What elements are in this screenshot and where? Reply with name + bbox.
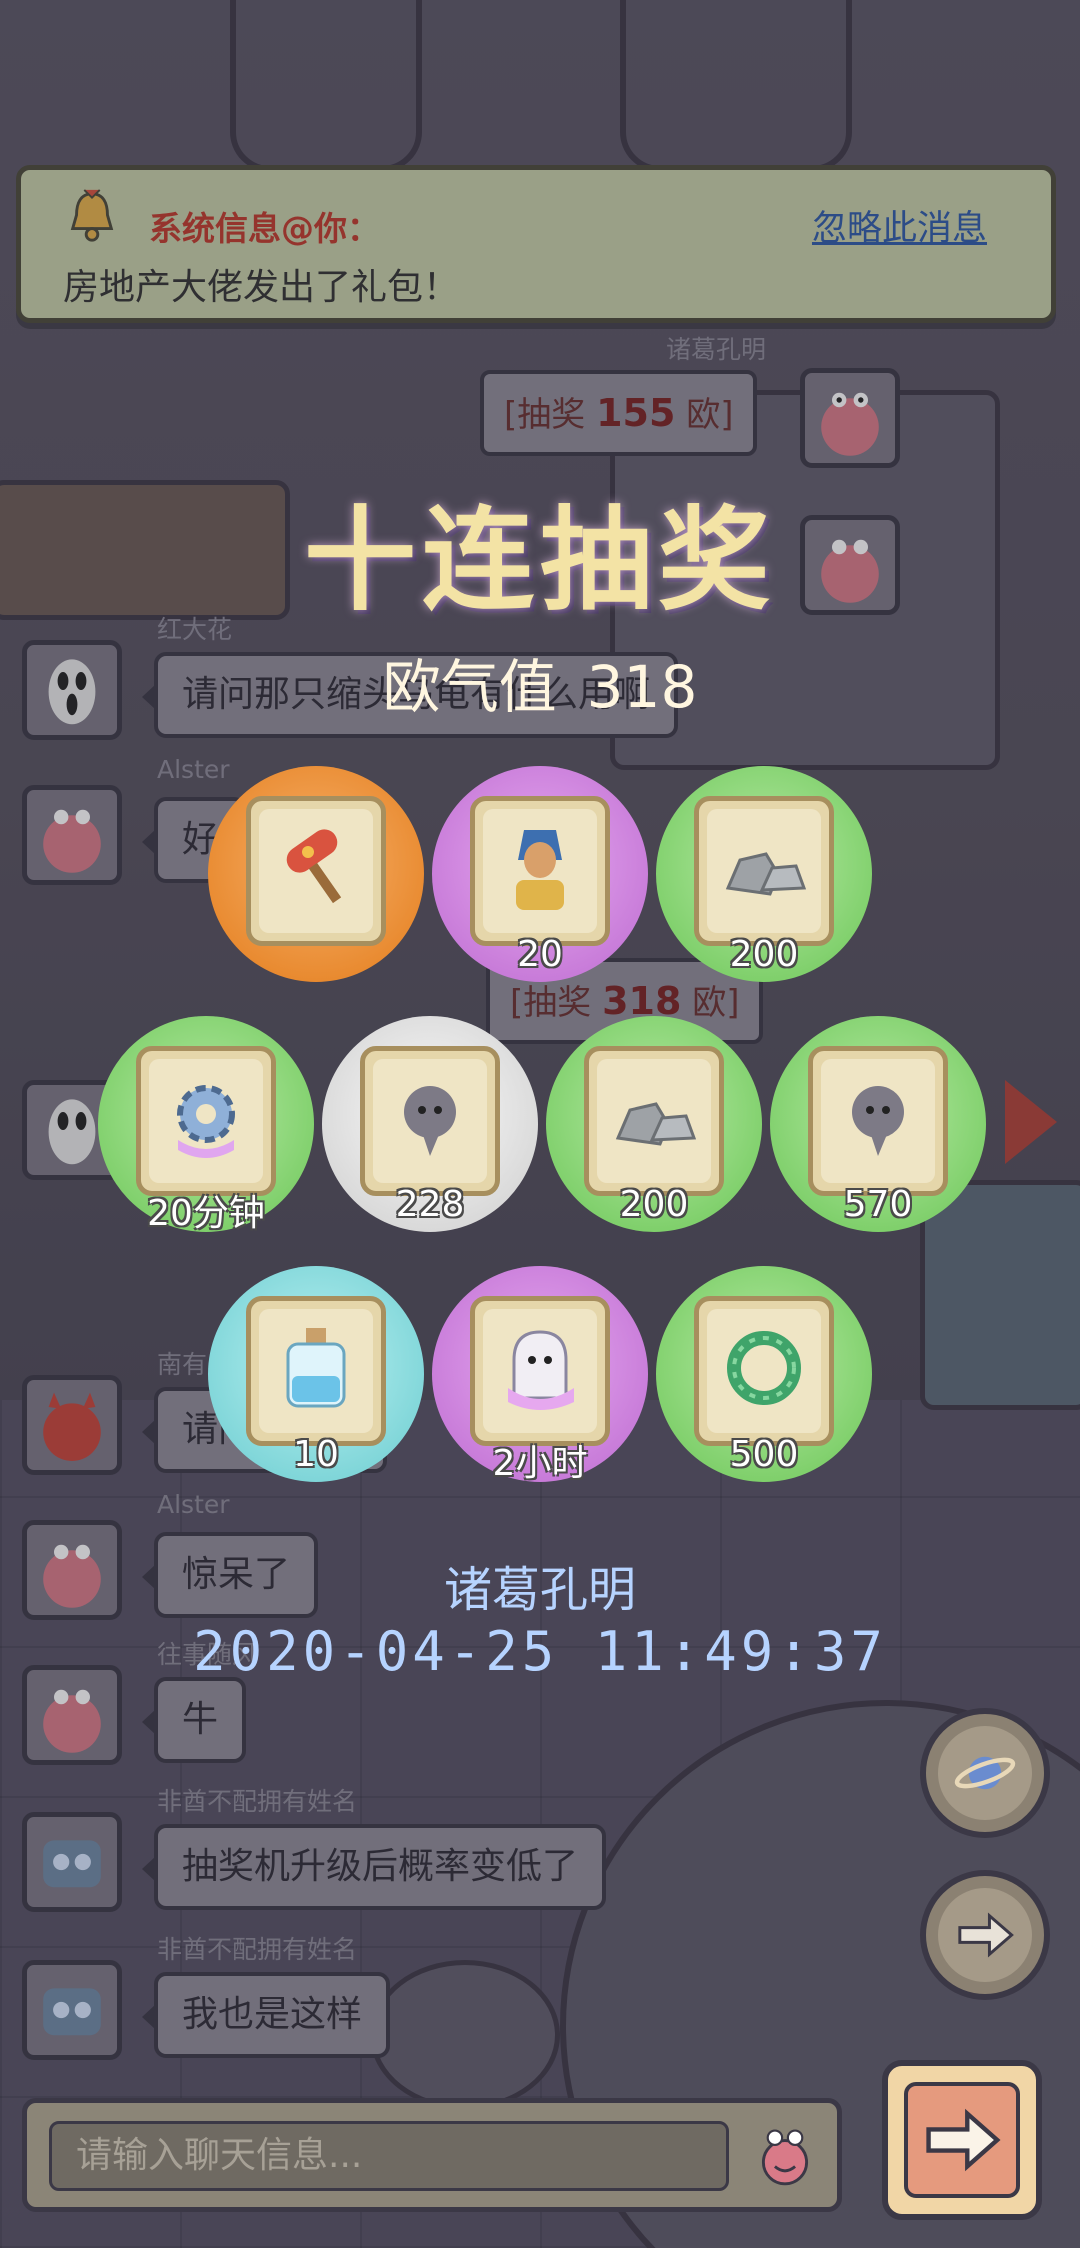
- prize-quantity: 228: [395, 1184, 465, 1225]
- prize-quantity: 500: [729, 1434, 799, 1475]
- winner-name: 诸葛孔明: [443, 1562, 636, 1618]
- prize-slot[interactable]: 500: [656, 1266, 872, 1482]
- prize-slot[interactable]: 228: [322, 1016, 538, 1232]
- planet-icon: [954, 1756, 1016, 1790]
- prize-quantity: 200: [619, 1184, 689, 1225]
- stones-icon: [725, 852, 807, 896]
- scroll-right-arrow-icon[interactable]: [1005, 1080, 1057, 1164]
- prize-quantity: 10: [293, 1434, 339, 1475]
- snail-emoji-icon[interactable]: [749, 2119, 821, 2191]
- pharaoh-bust-icon: [516, 830, 564, 910]
- prize-slot[interactable]: 2小时: [432, 1266, 648, 1484]
- rocket-hammer-icon: [286, 829, 342, 904]
- prize-quantity: 20分钟: [147, 1193, 265, 1234]
- soul-icon: [404, 1086, 456, 1156]
- send-button[interactable]: [882, 2060, 1042, 2220]
- lottery-title: 十连抽奖: [304, 496, 776, 626]
- prize-quantity: 570: [843, 1184, 913, 1225]
- stones-icon: [615, 1102, 697, 1146]
- prize-slot[interactable]: 20分钟: [98, 1016, 314, 1234]
- next-button[interactable]: [920, 1870, 1050, 2000]
- prize-quantity: 2小时: [492, 1443, 588, 1484]
- soul-icon: [852, 1086, 904, 1156]
- ghost-cloth-icon: [508, 1330, 574, 1410]
- prize-slot[interactable]: 200: [546, 1016, 762, 1232]
- prize-slot[interactable]: 570: [770, 1016, 986, 1232]
- luck-label: 欧气值: [382, 653, 557, 721]
- arrow-right-icon: [958, 1912, 1014, 1958]
- chat-input-bar: 请输入聊天信息...: [22, 2098, 842, 2212]
- prize-slot[interactable]: [208, 766, 424, 982]
- draw-timestamp: 2020-04-25 11:49:37: [193, 1620, 887, 1683]
- potion-bottle-icon: [286, 1328, 346, 1408]
- prize-slot[interactable]: 10: [208, 1266, 424, 1482]
- luck-value-row: 欧气值 318: [0, 640, 1080, 724]
- prize-slot[interactable]: 200: [656, 766, 872, 982]
- luck-value: 318: [586, 653, 698, 721]
- prize-quantity: 20: [517, 934, 563, 975]
- chat-input[interactable]: 请输入聊天信息...: [49, 2121, 729, 2191]
- green-wreath-icon: [727, 1331, 801, 1405]
- planet-button[interactable]: [920, 1708, 1050, 1838]
- prize-slot[interactable]: 20: [432, 766, 648, 982]
- send-arrow-icon: [926, 2108, 1001, 2172]
- prize-quantity: 200: [729, 934, 799, 975]
- gear-icon: [177, 1085, 235, 1158]
